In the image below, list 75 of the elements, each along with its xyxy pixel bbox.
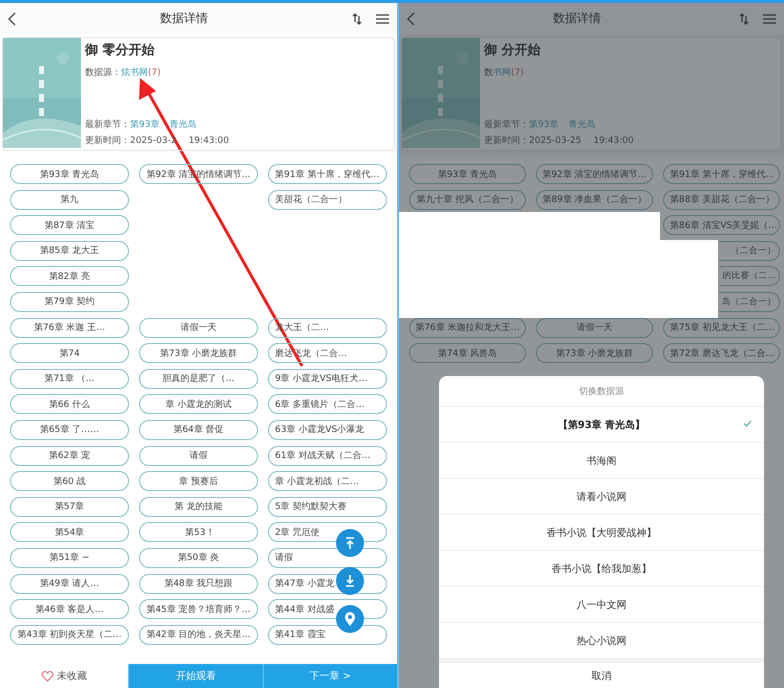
chapter-chip[interactable]: 第九十章 挖风（二合一） <box>409 190 526 210</box>
dialog-title: 切换数据源 <box>579 386 624 398</box>
chapter-chip[interactable]: 第74 <box>10 343 129 364</box>
chapter-chip[interactable]: 第89章 净血果（二合一） <box>536 190 653 210</box>
chapter-chip[interactable]: 美甜花（二合一） <box>268 190 387 210</box>
chapter-chip[interactable]: 章 预赛后 <box>139 471 258 492</box>
latest-chapter: 最新章节：第93章 青光岛 <box>85 118 198 131</box>
chapter-chip[interactable]: 第60 战 <box>10 471 129 492</box>
source-label: 数书网(7) <box>484 66 525 79</box>
chapter-chip[interactable]: 请假一天 <box>139 318 258 338</box>
chapter-chip[interactable]: 胆真的是肥了（… <box>139 368 258 389</box>
chapter-chip[interactable]: 6章 多重镜片（二合… <box>268 394 387 414</box>
chapter-chip[interactable]: 63章 小霆龙VS小瀑龙 <box>268 420 387 440</box>
chapter-chip[interactable]: （二合一） <box>719 240 780 261</box>
chapter-chip[interactable]: 第 龙的技能 <box>139 496 258 517</box>
chapter-chip[interactable]: 9章 小霆龙VS电狂犬… <box>268 368 387 389</box>
chapter-chip[interactable]: 章 小霆龙的测试 <box>139 394 258 414</box>
chapter-chip[interactable]: 第79章 契约 <box>10 292 129 312</box>
pin-icon <box>342 611 358 627</box>
back-icon[interactable] <box>8 12 16 26</box>
book-title: 御 零分开始 <box>85 42 156 59</box>
chapter-chip[interactable]: 第62章 宠 <box>10 446 129 466</box>
chapter-chip[interactable]: 第66 什么 <box>10 394 129 414</box>
heart-icon <box>41 670 54 682</box>
chapter-chip[interactable]: 的比赛（二… <box>719 266 780 286</box>
chapter-chip[interactable]: 请假 <box>139 446 258 466</box>
source-label: 数据源：炫书网(7) <box>85 66 162 79</box>
chapter-chip[interactable]: 第49章 请人… <box>10 574 129 594</box>
chapter-chip[interactable]: 第50章 炎 <box>139 548 258 568</box>
check-icon <box>743 420 752 427</box>
latest-chapter: 最新章节：第93章 青光岛 <box>484 118 596 131</box>
chapter-chip[interactable]: 第43章 初到炎天星（二… <box>10 624 129 645</box>
scroll-bottom-button[interactable] <box>336 567 364 595</box>
chapter-chip[interactable]: 第48章 我只想跟 <box>139 574 258 594</box>
chapter-chip[interactable]: 5章 契约默契大赛 <box>268 496 387 517</box>
chapter-chip[interactable]: 第57章 <box>10 496 129 517</box>
chapter-chip[interactable]: 第82章 亮 <box>10 266 129 286</box>
chapter-chip[interactable]: 第42章 目的地，炎天星… <box>139 624 258 645</box>
chapter-chip[interactable]: 第92章 清宝的情绪调节… <box>536 164 653 184</box>
chapter-chip[interactable]: 第93章 青光岛 <box>10 164 129 184</box>
chapter-chip[interactable]: 第45章 宠兽？培育师？… <box>139 599 258 620</box>
screen-title: 数据详情 <box>552 10 602 27</box>
chapter-chip[interactable]: 第46章 客是人… <box>10 599 129 620</box>
scroll-top-button[interactable] <box>336 529 364 557</box>
chapter-chip[interactable]: 第51章 ~ <box>10 548 129 568</box>
chapter-chip[interactable]: 第64章 督促 <box>139 420 258 440</box>
chapter-chip[interactable]: 第87章 清宝 <box>10 215 129 236</box>
sort-icon[interactable] <box>352 12 362 24</box>
menu-icon[interactable] <box>763 14 776 24</box>
chapter-chip[interactable]: 第91章 第十席，穿维代… <box>268 164 387 184</box>
chapter-chip[interactable]: 第76章 米迦 王… <box>10 318 129 338</box>
chapter-chip[interactable]: 第71章 （… <box>10 368 129 389</box>
chapter-chip[interactable]: 第53 ! <box>139 522 258 542</box>
chapter-chip[interactable]: 第54章 <box>10 522 129 542</box>
chapter-chip[interactable]: 第74章 风兽岛 <box>409 343 526 364</box>
chapter-chip[interactable]: 第88章 美甜花（二合一） <box>663 190 780 210</box>
chapter-chip[interactable]: 第73章 小磨龙族群 <box>536 343 653 364</box>
chapter-chip[interactable]: 第73章 小磨龙族群 <box>139 343 258 364</box>
locate-button[interactable] <box>336 605 364 633</box>
back-icon[interactable] <box>407 12 415 26</box>
chapter-chip[interactable]: 章 小霆龙初战（二… <box>268 471 387 492</box>
book-title: 御 分开始 <box>484 42 542 59</box>
chapter-chip[interactable]: 第91章 第十席，穿维代… <box>663 164 780 184</box>
screen-title: 数据详情 <box>159 10 209 27</box>
chapter-chip[interactable]: 第85章 龙大王 <box>10 240 129 261</box>
menu-icon[interactable] <box>376 14 389 24</box>
chapter-chip[interactable]: 岛（二合一） <box>719 292 780 312</box>
chapter-chip[interactable]: 第86章 清宝VS美旻妮（… <box>663 215 780 236</box>
update-time: 更新时间：2025-03-25 19:43:00 <box>484 134 635 147</box>
chapter-chip[interactable]: 第65章 了…… <box>10 420 129 440</box>
chapter-chip[interactable]: 第93章 青光岛 <box>409 164 526 184</box>
chapter-chip[interactable]: 61章 对战天赋（二合… <box>268 446 387 466</box>
sort-icon[interactable] <box>739 12 749 24</box>
chapter-chip[interactable]: 第72章 磨达飞龙（二合… <box>663 343 780 364</box>
chapter-chip[interactable]: 第九 <box>10 190 129 210</box>
